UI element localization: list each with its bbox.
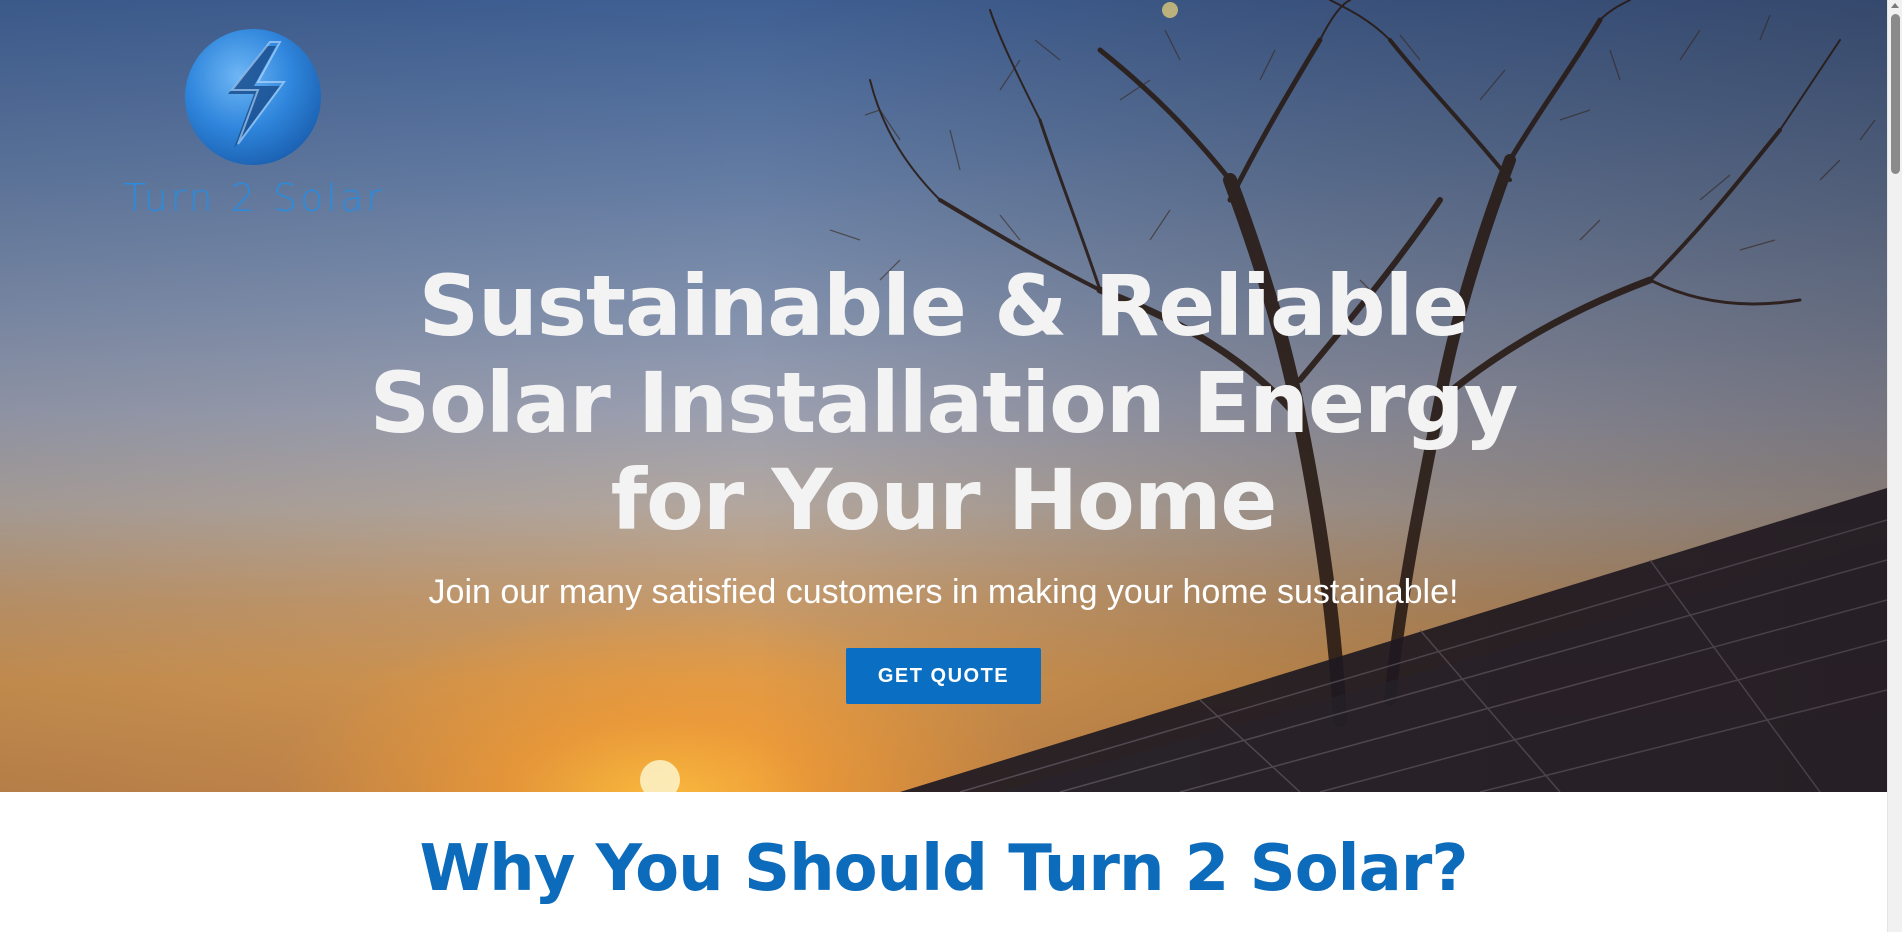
hero-title: Sustainable & Reliable Solar Installatio… <box>369 257 1519 549</box>
why-section-heading: Why You Should Turn 2 Solar? <box>419 832 1469 906</box>
site-logo[interactable]: Turn 2 Solar <box>74 28 434 220</box>
logo-wordmark: Turn 2 Solar <box>123 176 385 220</box>
get-quote-button[interactable]: GET QUOTE <box>846 648 1041 704</box>
lightning-bolt-icon <box>185 29 321 165</box>
page: Turn 2 Solar Sustainable & Reliable Sola… <box>0 0 1902 932</box>
hero-subtitle: Join our many satisfied customers in mak… <box>428 573 1459 611</box>
hero-section: Turn 2 Solar Sustainable & Reliable Sola… <box>0 0 1887 792</box>
why-section: Why You Should Turn 2 Solar? <box>0 792 1887 932</box>
page-scrollbar[interactable] <box>1887 0 1902 932</box>
scrollbar-thumb[interactable] <box>1891 14 1900 174</box>
hero-content: Sustainable & Reliable Solar Installatio… <box>0 258 1887 704</box>
scroll-up-arrow-icon[interactable] <box>1891 3 1899 8</box>
